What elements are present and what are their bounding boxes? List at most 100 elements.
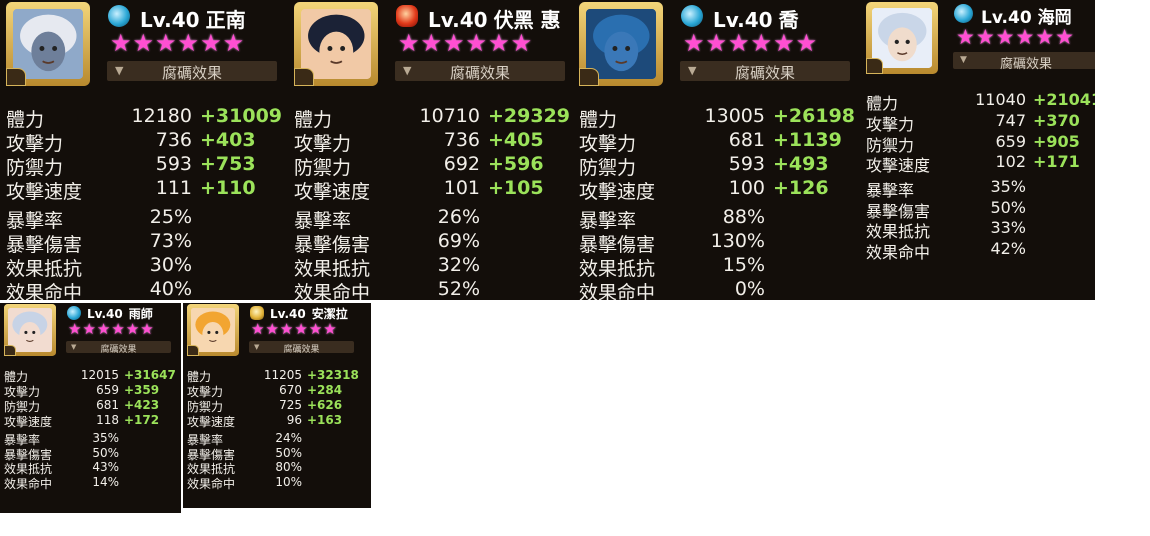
star-icon: ★ xyxy=(125,320,140,338)
monster-portrait[interactable] xyxy=(294,2,378,86)
stat-bonus-value: +359 xyxy=(124,383,160,397)
substat-row: 效果命中 0% xyxy=(573,278,863,300)
star-icon: ★ xyxy=(110,29,132,57)
monster-card[interactable]: Lv.40 伏黑 惠 ★ ★ ★ ★ ★ ★ ▼ 腐礪效果 體力 10710 +29329 攻擊力 736 +… xyxy=(288,0,575,300)
substat-value: 50% xyxy=(92,446,119,460)
star-icon: ★ xyxy=(140,320,154,338)
substat-row: 效果抵抗 43% xyxy=(0,460,181,476)
rune-effect-dropdown[interactable]: ▼ 腐礪效果 xyxy=(395,61,565,82)
stat-base-value: 659 xyxy=(96,383,119,397)
portrait-corner-badge xyxy=(187,344,200,356)
star-icon: ★ xyxy=(995,25,1015,49)
substat-value: 80% xyxy=(275,460,302,474)
substat-value: 42% xyxy=(990,239,1026,258)
stat-row: 攻擊力 659 +359 xyxy=(0,383,181,399)
stat-label: 攻擊速度 xyxy=(866,156,931,175)
substat-value: 25% xyxy=(149,206,192,228)
water-element-icon xyxy=(108,5,130,27)
portrait-art xyxy=(300,8,372,80)
substat-row: 暴擊率 88% xyxy=(573,206,863,232)
substat-row: 效果抵抗 32% xyxy=(288,254,575,280)
stat-row: 攻擊力 736 +403 xyxy=(0,129,290,155)
substat-value: 0% xyxy=(734,278,765,300)
stat-label: 防禦力 xyxy=(294,157,352,179)
monster-portrait[interactable] xyxy=(187,304,239,356)
substat-label: 效果命中 xyxy=(579,282,656,300)
monster-portrait[interactable] xyxy=(4,304,56,356)
monster-card[interactable]: Lv.40 正南 ★ ★ ★ ★ ★ ★ ▼ 腐礪效果 體力 12180 +31009 攻擊力 736 +40… xyxy=(0,0,290,300)
star-icon: ★ xyxy=(68,320,82,338)
monster-portrait[interactable] xyxy=(6,2,90,86)
rune-effect-dropdown[interactable]: ▼ 腐礪效果 xyxy=(66,341,171,355)
stat-base-value: 692 xyxy=(443,153,480,175)
substat-label: 暴擊率 xyxy=(579,210,637,232)
substat-label: 效果抵抗 xyxy=(294,258,371,280)
stat-base-value: 11040 xyxy=(975,90,1026,109)
rune-effect-dropdown[interactable]: ▼ 腐礪效果 xyxy=(680,61,850,82)
substat-row: 暴擊傷害 130% xyxy=(573,230,863,256)
substat-value: 88% xyxy=(722,206,765,228)
monster-card[interactable]: Lv.40 喬 ★ ★ ★ ★ ★ ★ ▼ 腐礪效果 體力 13005 +26198 攻擊力 681 +113… xyxy=(573,0,863,300)
rune-effect-dropdown[interactable]: ▼ 腐礪效果 xyxy=(249,341,354,355)
substat-row: 暴擊率 26% xyxy=(288,206,575,232)
star-icon: ★ xyxy=(510,29,533,57)
monster-portrait[interactable] xyxy=(579,2,663,86)
stat-base-value: 111 xyxy=(155,177,192,199)
monster-card[interactable]: Lv.40海岡★★★★★★▼腐礪效果體力11040+21041攻擊力747+37… xyxy=(861,0,1095,300)
rune-effect-dropdown[interactable]: ▼ 腐礪效果 xyxy=(107,61,277,82)
stat-label: 防禦力 xyxy=(6,157,64,179)
substat-value: 50% xyxy=(275,446,302,460)
substat-value: 10% xyxy=(275,475,302,489)
stat-bonus-value: +171 xyxy=(1033,152,1080,171)
monster-card[interactable]: Lv.40 安潔拉 ★ ★ ★ ★ ★ ★ ▼ 腐礪效果 體力 11205 +32318 攻擊力 670 +2… xyxy=(183,303,371,508)
stat-row: 體力11040+21041 xyxy=(861,90,1095,113)
rune-effect-label: 腐礪效果 xyxy=(999,57,1052,72)
stat-bonus-value: +405 xyxy=(488,129,544,151)
portrait-art xyxy=(8,308,52,352)
substat-value: 24% xyxy=(275,431,302,445)
substat-label: 效果命中 xyxy=(4,477,53,491)
substat-value: 73% xyxy=(149,230,192,252)
stat-label: 攻擊力 xyxy=(6,133,64,155)
stat-row: 攻擊力 747 +370 xyxy=(861,111,1095,134)
star-icon: ★ xyxy=(443,29,465,57)
stat-base-value: 100 xyxy=(728,177,765,199)
monster-card[interactable]: Lv.40 雨師 ★ ★ ★ ★ ★ ★ ▼ 腐礪效果 體力 12015 +31647 攻擊力 659 +35… xyxy=(0,303,181,513)
portrait-corner-badge xyxy=(579,67,600,86)
star-icon: ★ xyxy=(279,320,294,338)
monster-name: 雨師 xyxy=(128,307,153,321)
stat-label: 攻擊速度 xyxy=(6,181,83,203)
substat-row: 暴擊率 25% xyxy=(0,206,290,232)
stat-bonus-value: +370 xyxy=(1033,111,1080,130)
star-icon: ★ xyxy=(705,29,728,57)
star-rating: ★ ★ ★ ★ ★ ★ xyxy=(251,322,338,337)
star-icon: ★ xyxy=(773,29,795,57)
light-element-icon xyxy=(250,306,264,320)
portrait-corner-badge xyxy=(866,58,884,74)
stat-row: 防禦力 725 +626 xyxy=(183,398,371,414)
stat-base-value: 747 xyxy=(995,111,1026,130)
stat-row: 攻擊力 670 +284 xyxy=(183,383,371,399)
substat-row: 效果命中 14% xyxy=(0,475,181,491)
portrait-corner-badge xyxy=(294,67,315,86)
stat-row: 防禦力 681 +423 xyxy=(0,398,181,414)
star-icon: ★ xyxy=(265,320,279,338)
rune-effect-label: 腐礪效果 xyxy=(734,64,795,82)
substat-value: 35% xyxy=(92,431,119,445)
rune-effect-dropdown[interactable]: ▼ 腐礪效果 xyxy=(953,52,1095,72)
substat-row: 暴擊率 35% xyxy=(861,177,1095,200)
portrait-art xyxy=(585,8,657,80)
stat-base-value: 593 xyxy=(155,153,192,175)
substat-label: 暴擊率 xyxy=(294,210,352,232)
star-icon: ★ xyxy=(1035,25,1055,49)
star-icon: ★ xyxy=(683,29,705,57)
star-icon: ★ xyxy=(177,29,200,57)
star-icon: ★ xyxy=(420,29,443,57)
star-icon: ★ xyxy=(82,320,96,338)
monster-portrait[interactable] xyxy=(866,2,938,74)
stat-base-value: 10710 xyxy=(419,105,480,127)
substat-row: 暴擊傷害 50% xyxy=(0,446,181,462)
rune-effect-label: 腐礪效果 xyxy=(449,64,510,82)
substat-value: 14% xyxy=(92,475,119,489)
stat-bonus-value: +753 xyxy=(200,153,256,175)
